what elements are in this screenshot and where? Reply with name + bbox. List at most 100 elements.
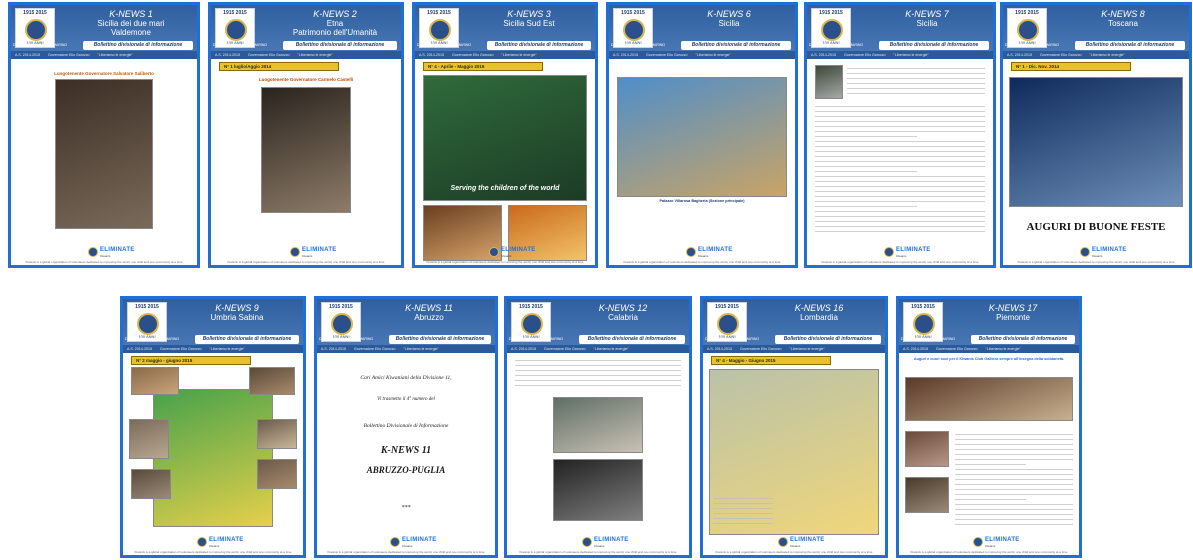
year-line: A.S. 2014-2015	[215, 53, 240, 57]
governor-line: A.S. 2014-2015 Governatore Elio Garozzo "L…	[507, 345, 689, 353]
newsletter-cover-8[interactable]: 1915 2015 100 ANNI K-NEWS 11 Abruzzo DISTRET…	[314, 296, 498, 558]
event-photo-2	[905, 431, 949, 467]
district-line: DISTRETTO ITALIA SAN MARINO	[1005, 43, 1060, 47]
issue-number-bar: N° 1 luglio/Aggio 2014	[219, 62, 339, 71]
kiwanis-emblem-icon	[521, 313, 543, 335]
eliminate-brand-sub: Kiwanis	[402, 544, 413, 548]
newsletter-cover-10[interactable]: 1915 2015 100 ANNI K-NEWS 16 Lombardia DISTR…	[700, 296, 888, 558]
cover-footer: ELIMINATE Kiwanis Kiwanis is a global orga…	[415, 245, 595, 265]
year-line: A.S. 2014-2015	[419, 53, 444, 57]
newsletter-cover-11[interactable]: 1915 2015 100 ANNI K-NEWS 17 Piemonte DISTRE…	[896, 296, 1082, 558]
governor-line: A.S. 2014-2015 Governatore Elio Garozzo "L…	[211, 51, 401, 59]
bulletin-subtitle: Bollettino divisionale di informazione	[775, 335, 881, 344]
kiwanis-footer-icon	[290, 247, 300, 257]
issue-region-line1: Sicilia	[916, 19, 938, 28]
eliminate-brand: ELIMINATE	[896, 247, 931, 253]
eliminate-brand-sub: Kiwanis	[1092, 254, 1103, 258]
year-line: A.S. 2014-2015	[321, 347, 346, 351]
issue-region-line1: Sicilia Sud Est	[503, 19, 555, 28]
motto: "Liberiamo le energie"	[297, 53, 333, 57]
footer-tagline: Kiwanis is a global organization of volu…	[1017, 260, 1175, 264]
governor-line: A.S. 2014-2015 Governatore Elio Garozzo "L…	[807, 51, 993, 59]
portrait-photo	[55, 79, 153, 229]
newsletter-cover-7[interactable]: 1915 2015 100 ANNI K-NEWS 9 Umbria Sabina DI…	[120, 296, 306, 558]
eliminate-brand-sub: Kiwanis	[594, 544, 605, 548]
district-line: DISTRETTO ITALIA SAN MARINO	[705, 337, 760, 341]
issue-number-bar: N° 2 maggio - giugno 2015	[131, 356, 251, 365]
issue-title: K-NEWS 8	[1101, 9, 1145, 19]
eliminate-brand: ELIMINATE	[985, 537, 1020, 543]
town-photo-6	[131, 469, 171, 499]
cover-footer: ELIMINATE Kiwanis Kiwanis is a global orga…	[11, 245, 197, 265]
cover-footer: ELIMINATE Kiwanis Kiwanis is a global orga…	[123, 535, 303, 555]
anniversary-years: 1915 2015	[329, 304, 353, 310]
kiwanis-emblem-icon	[821, 19, 843, 41]
newsletter-cover-6[interactable]: 1915 2015 100 ANNI K-NEWS 8 Toscana DISTRETT…	[1000, 2, 1192, 268]
district-line: DISTRETTO ITALIA SAN MARINO	[901, 337, 956, 341]
year-line: A.S. 2014-2015	[511, 347, 536, 351]
footer-tagline: Kiwanis is a global organization of volu…	[519, 550, 677, 554]
governor-line: A.S. 2014-2015 Governatore Elio Garozzo "L…	[703, 345, 885, 353]
anniversary-years: 1915 2015	[135, 304, 159, 310]
newsletter-cover-4[interactable]: 1915 2015 100 ANNI K-NEWS 6 Sicilia DISTRETT…	[606, 2, 798, 268]
cover-footer: ELIMINATE Kiwanis Kiwanis is a global orga…	[211, 245, 401, 265]
cover-header: 1915 2015 100 ANNI K-NEWS 9 Umbria Sabina DI…	[123, 299, 303, 345]
kiwanis-footer-icon	[489, 247, 499, 257]
year-line: A.S. 2014-2015	[127, 347, 152, 351]
bulletin-subtitle: Bollettino divisionale di informazione	[487, 41, 591, 50]
bulletin-subtitle: Bollettino divisionale di informazione	[879, 41, 989, 50]
governor-name: Governatore Elio Garozzo	[247, 53, 290, 57]
kiwanis-footer-icon	[973, 537, 983, 547]
kiwanis-emblem-icon	[225, 19, 247, 41]
anniversary-years: 1915 2015	[1015, 10, 1039, 16]
governor-name: Governatore Elio Garozzo	[47, 53, 90, 57]
cover-footer: ELIMINATE Kiwanis Kiwanis is a global orga…	[317, 535, 495, 555]
kiwanis-emblem-icon	[25, 19, 47, 41]
newsletter-cover-3[interactable]: 1915 2015 100 ANNI K-NEWS 3 Sicilia Sud Est…	[412, 2, 598, 268]
portrait-photo	[261, 87, 351, 213]
bulletin-subtitle: Bollettino divisionale di informazione	[971, 335, 1075, 344]
eliminate-brand-sub: Kiwanis	[100, 254, 111, 258]
newsletter-cover-9[interactable]: 1915 2015 100 ANNI K-NEWS 12 Calabria DISTRE…	[504, 296, 692, 558]
motto: "Liberiamo le energie"	[403, 347, 439, 351]
town-photo-2	[249, 367, 295, 395]
eliminate-brand-sub: Kiwanis	[209, 544, 220, 548]
issue-region-line1: Lombardia	[800, 313, 838, 322]
issue-region-line1: Sicilia dei due mari	[97, 19, 165, 28]
newsletter-cover-2[interactable]: 1915 2015 100 ANNI K-NEWS 2 Etna Patrimonio …	[208, 2, 404, 268]
footer-tagline: Kiwanis is a global organization of volu…	[715, 550, 873, 554]
eliminate-brand: ELIMINATE	[302, 247, 337, 253]
cover-caption: Serving the children of the world	[450, 185, 560, 192]
cover-header: 1915 2015 100 ANNI K-NEWS 17 Piemonte DISTRE…	[899, 299, 1079, 345]
issue-region: Piemonte	[953, 313, 1073, 322]
article-body	[515, 357, 681, 391]
issue-region: Lombardia	[759, 313, 879, 322]
issue-title: K-NEWS 2	[313, 9, 357, 19]
town-photo-4	[257, 419, 297, 449]
district-line: DISTRETTO ITALIA SAN MARINO	[13, 43, 68, 47]
governor-line: A.S. 2014-2015 Governatore Elio Garozzo "L…	[11, 51, 197, 59]
governor-name: Governatore Elio Garozzo	[353, 347, 396, 351]
article-intro	[847, 65, 985, 99]
issue-title: K-NEWS 9	[215, 303, 259, 313]
governor-line: A.S. 2014-2015 Governatore Elio Garozzo "L…	[1003, 51, 1189, 59]
bulletin-subtitle: Bollettino divisionale di informazione	[195, 335, 299, 344]
district-line: DISTRETTO ITALIA SAN MARINO	[611, 43, 666, 47]
newsletter-cover-5[interactable]: 1915 2015 100 ANNI K-NEWS 7 Sicilia DISTRETT…	[804, 2, 996, 268]
eliminate-brand: ELIMINATE	[698, 247, 733, 253]
footer-tagline: Kiwanis is a global organization of volu…	[910, 550, 1068, 554]
eliminate-brand: ELIMINATE	[790, 537, 825, 543]
issue-title: K-NEWS 17	[988, 303, 1038, 313]
issue-region-line1: Sicilia	[718, 19, 740, 28]
newsletter-cover-1[interactable]: 1915 2015 100 ANNI K-NEWS 1 Sicilia dei due…	[8, 2, 200, 268]
cover-header: 1915 2015 100 ANNI K-NEWS 12 Calabria DISTRE…	[507, 299, 689, 345]
governor-name: Governatore Elio Garozzo	[451, 53, 494, 57]
cover-header: 1915 2015 100 ANNI K-NEWS 2 Etna Patrimonio …	[211, 5, 401, 51]
kiwanis-footer-icon	[88, 247, 98, 257]
eliminate-brand-sub: Kiwanis	[698, 254, 709, 258]
kiwanis-footer-icon	[582, 537, 592, 547]
year-line: A.S. 2014-2015	[903, 347, 928, 351]
issue-region-line1: Etna	[326, 19, 344, 28]
bulletin-subtitle: Bollettino divisionale di informazione	[681, 41, 791, 50]
footer-tagline: Kiwanis is a global organization of volu…	[327, 550, 485, 554]
